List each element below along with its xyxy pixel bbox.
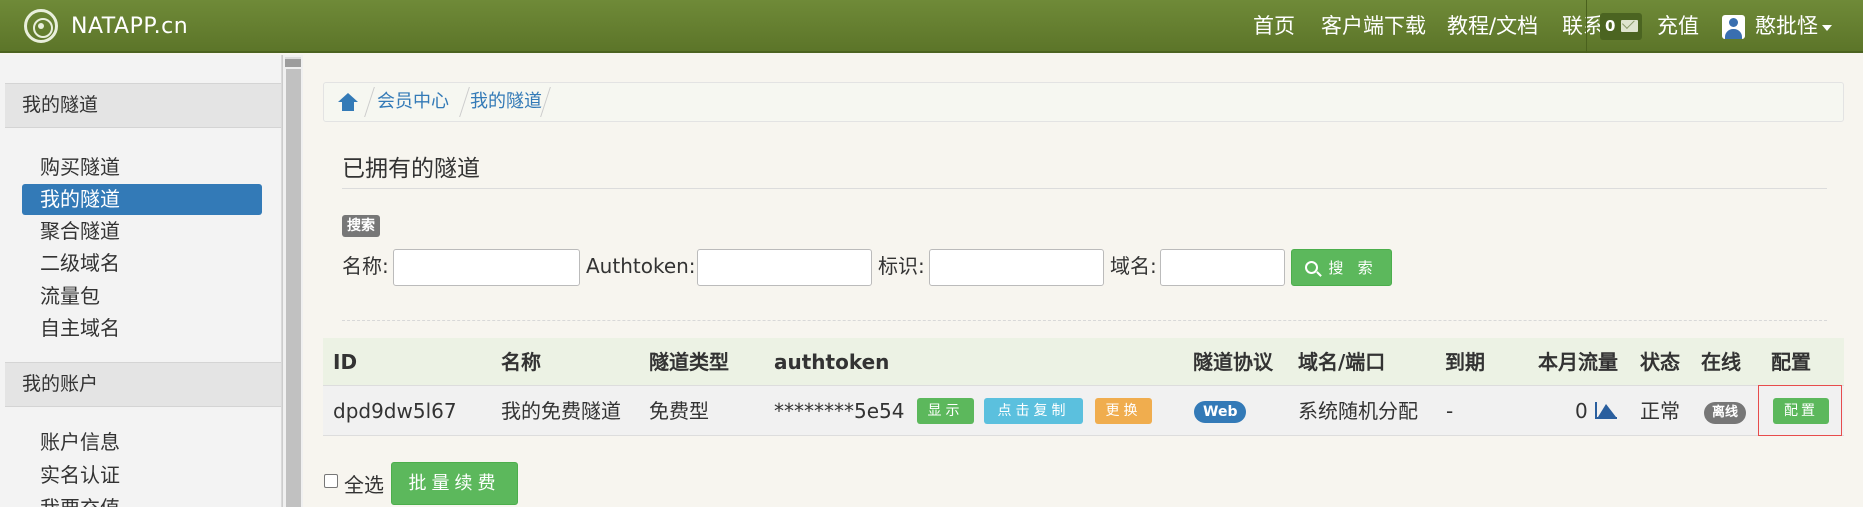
copy-token-button[interactable]: 点击复制 — [984, 398, 1083, 424]
sidebar-item-recharge[interactable]: 我要充值 — [22, 493, 262, 507]
tunnel-domain: 系统随机分配 — [1298, 399, 1418, 423]
col-domain-port: 域名/端口 — [1298, 350, 1386, 374]
brand-name: NATAPP.cn — [71, 13, 189, 39]
select-all-label[interactable]: 全选 — [344, 469, 384, 498]
authtoken-label: Authtoken: — [586, 254, 696, 278]
sidebar-item-buy-tunnel[interactable]: 购买隧道 — [22, 152, 262, 183]
protocol-badge: Web — [1194, 401, 1247, 423]
mail-badge[interactable]: 0 — [1600, 13, 1642, 40]
tunnel-name: 我的免费隧道 — [501, 399, 621, 423]
breadcrumb: 会员中心 我的隧道 — [323, 82, 1844, 122]
chevron-down-icon[interactable] — [1822, 25, 1832, 31]
sidebar-item-traffic-pack[interactable]: 流量包 — [22, 281, 262, 312]
sidebar-item-my-tunnels[interactable]: 我的隧道 — [22, 184, 262, 215]
search-label-badge: 搜索 — [342, 215, 380, 237]
change-token-button[interactable]: 更换 — [1095, 398, 1152, 424]
domain-input[interactable] — [1160, 249, 1285, 286]
authtoken-input[interactable] — [697, 249, 872, 286]
tunnel-type: 免费型 — [649, 399, 709, 423]
col-config: 配置 — [1771, 350, 1811, 374]
nav-recharge[interactable]: 充值 — [1657, 0, 1699, 53]
tunnel-id: dpd9dw5l67 — [333, 399, 457, 423]
search-button[interactable]: 搜 索 — [1291, 249, 1392, 286]
scrollbar-thumb[interactable] — [286, 69, 301, 507]
dashed-divider — [342, 320, 1827, 321]
page-title: 已拥有的隧道 — [342, 156, 480, 182]
sidebar: 我的隧道 购买隧道 我的隧道 聚合隧道 二级域名 流量包 自主域名 我的账户 账… — [0, 55, 282, 507]
name-input[interactable] — [393, 249, 580, 286]
area-chart-icon[interactable] — [1595, 402, 1617, 419]
breadcrumb-separator — [359, 87, 375, 117]
col-online: 在线 — [1701, 350, 1741, 374]
select-all-checkbox[interactable] — [324, 474, 338, 488]
online-status-badge: 离线 — [1704, 402, 1747, 424]
tunnel-status: 正常 — [1640, 399, 1680, 423]
config-highlight-box — [1758, 385, 1842, 436]
divider — [342, 188, 1827, 189]
tunnel-authtoken: ********5e54 — [774, 399, 905, 423]
table-header: ID 名称 隧道类型 authtoken 隧道协议 域名/端口 到期 本月流量 … — [323, 338, 1844, 386]
nav-contact[interactable]: 联系 — [1562, 0, 1604, 53]
home-icon[interactable] — [338, 93, 358, 111]
breadcrumb-member-center[interactable]: 会员中心 — [377, 90, 449, 114]
top-navbar: NATAPP.cn 首页 客户端下载 教程/文档 联系 0 充值 憨批怪 — [0, 0, 1863, 53]
mail-count: 0 — [1605, 17, 1616, 35]
show-token-button[interactable]: 显示 — [917, 398, 974, 424]
breadcrumb-separator — [454, 87, 470, 117]
tag-label: 标识: — [878, 254, 925, 278]
col-traffic: 本月流量 — [1538, 350, 1618, 374]
col-authtoken: authtoken — [774, 350, 890, 374]
search-button-label: 搜 索 — [1328, 260, 1378, 277]
user-icon — [1722, 15, 1745, 39]
nav-divider — [1586, 0, 1587, 53]
col-type: 隧道类型 — [649, 350, 729, 374]
scroll-up-arrow[interactable] — [285, 57, 301, 67]
sidebar-item-custom-domain[interactable]: 自主域名 — [22, 313, 262, 344]
col-protocol: 隧道协议 — [1193, 350, 1273, 374]
sidebar-section-account[interactable]: 我的账户 — [5, 362, 281, 407]
sidebar-item-subdomain[interactable]: 二级域名 — [22, 248, 262, 279]
sidebar-item-aggregate-tunnel[interactable]: 聚合隧道 — [22, 216, 262, 247]
name-label: 名称: — [342, 254, 389, 278]
envelope-icon — [1621, 20, 1638, 32]
sidebar-section-tunnels[interactable]: 我的隧道 — [5, 83, 281, 128]
table-row: dpd9dw5l67 我的免费隧道 免费型 ********5e54 显示 点击… — [323, 386, 1844, 436]
sidebar-item-account-info[interactable]: 账户信息 — [22, 427, 262, 458]
breadcrumb-my-tunnels[interactable]: 我的隧道 — [470, 90, 542, 114]
col-status: 状态 — [1640, 350, 1680, 374]
user-menu[interactable]: 憨批怪 — [1755, 0, 1818, 53]
domain-label: 域名: — [1110, 254, 1157, 278]
col-name: 名称 — [501, 350, 541, 374]
sidebar-item-verification[interactable]: 实名认证 — [22, 460, 262, 491]
tunnel-expire: - — [1446, 399, 1454, 423]
nav-tutorial-docs[interactable]: 教程/文档 — [1447, 0, 1538, 53]
logo-icon — [24, 9, 58, 43]
sidebar-scrollbar[interactable] — [282, 55, 303, 507]
nav-home[interactable]: 首页 — [1253, 0, 1295, 53]
tunnel-traffic: 0 — [1575, 399, 1588, 423]
col-expire: 到期 — [1445, 350, 1485, 374]
brand-logo[interactable]: NATAPP.cn — [24, 9, 188, 43]
batch-renew-button[interactable]: 批量续费 — [391, 462, 518, 505]
tag-input[interactable] — [929, 249, 1104, 286]
col-id: ID — [333, 350, 358, 374]
search-icon — [1305, 261, 1319, 274]
nav-client-download[interactable]: 客户端下载 — [1321, 0, 1426, 53]
